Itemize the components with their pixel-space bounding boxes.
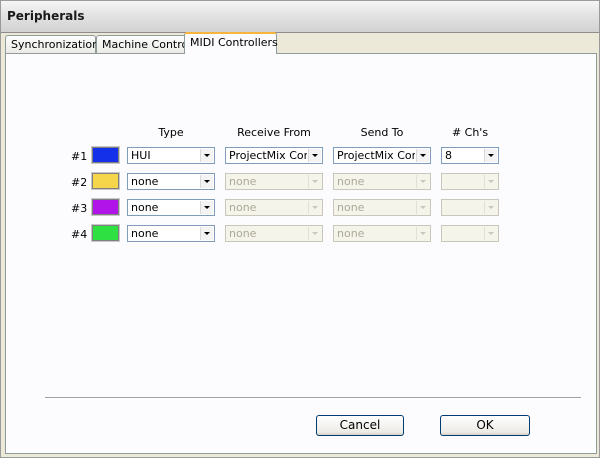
send-to-select-value: none bbox=[337, 175, 365, 188]
color-swatch[interactable] bbox=[91, 198, 120, 216]
send-to-select-value: none bbox=[337, 227, 365, 240]
ok-button[interactable]: OK bbox=[440, 415, 530, 436]
type-select[interactable]: HUI bbox=[127, 147, 215, 164]
title-bar[interactable]: Peripherals bbox=[1, 1, 599, 33]
send-to-select[interactable]: ProjectMix Control bbox=[333, 147, 431, 164]
receive-from-select[interactable]: none bbox=[225, 173, 323, 190]
chevron-down-icon[interactable] bbox=[308, 175, 321, 188]
send-to-select[interactable]: none bbox=[333, 199, 431, 216]
chevron-down-icon[interactable] bbox=[484, 227, 497, 240]
chevron-down-icon[interactable] bbox=[484, 201, 497, 214]
divider bbox=[45, 397, 581, 399]
chevron-down-icon[interactable] bbox=[484, 175, 497, 188]
row-label: #1 bbox=[71, 150, 88, 163]
type-select-value: none bbox=[131, 175, 159, 188]
receive-from-select-value: none bbox=[229, 201, 257, 214]
tab-midi-controllers[interactable]: MIDI Controllers bbox=[184, 32, 278, 54]
receive-from-select[interactable]: none bbox=[225, 225, 323, 242]
column-header-receive-from: Receive From bbox=[237, 126, 311, 139]
type-select[interactable]: none bbox=[127, 199, 215, 216]
chevron-down-icon[interactable] bbox=[308, 149, 321, 162]
receive-from-select[interactable]: ProjectMix Control bbox=[225, 147, 323, 164]
tab-synchronization[interactable]: Synchronization bbox=[5, 35, 99, 53]
chevron-down-icon[interactable] bbox=[484, 149, 497, 162]
row-label: #3 bbox=[71, 202, 88, 215]
color-swatch[interactable] bbox=[91, 172, 120, 190]
peripherals-dialog: Peripherals Synchronization Machine Cont… bbox=[0, 0, 600, 458]
chevron-down-icon[interactable] bbox=[416, 175, 429, 188]
chevron-down-icon[interactable] bbox=[416, 227, 429, 240]
column-header-send-to: Send To bbox=[360, 126, 404, 139]
chevron-down-icon[interactable] bbox=[308, 227, 321, 240]
chevron-down-icon[interactable] bbox=[200, 201, 213, 214]
channels-select[interactable] bbox=[441, 173, 499, 190]
chevron-down-icon[interactable] bbox=[308, 201, 321, 214]
chevron-down-icon[interactable] bbox=[416, 149, 429, 162]
receive-from-select-value: none bbox=[229, 175, 257, 188]
column-header-type: Type bbox=[158, 126, 184, 139]
receive-from-select-value: none bbox=[229, 227, 257, 240]
cancel-button[interactable]: Cancel bbox=[316, 415, 404, 436]
midi-controllers-panel bbox=[5, 53, 597, 454]
color-swatch[interactable] bbox=[91, 224, 120, 242]
row-label: #4 bbox=[71, 228, 88, 241]
tab-strip: Synchronization Machine Control MIDI Con… bbox=[5, 32, 597, 54]
color-swatch[interactable] bbox=[91, 146, 120, 164]
send-to-select[interactable]: none bbox=[333, 173, 431, 190]
type-select-value: none bbox=[131, 201, 159, 214]
column-header-channels: # Ch's bbox=[451, 126, 489, 139]
send-to-select-value: none bbox=[337, 201, 365, 214]
tab-machine-control[interactable]: Machine Control bbox=[96, 35, 191, 53]
type-select-value: none bbox=[131, 227, 159, 240]
send-to-select-value: ProjectMix Control bbox=[337, 149, 415, 162]
send-to-select[interactable]: none bbox=[333, 225, 431, 242]
type-select[interactable]: none bbox=[127, 173, 215, 190]
receive-from-select[interactable]: none bbox=[225, 199, 323, 216]
chevron-down-icon[interactable] bbox=[416, 201, 429, 214]
window-title: Peripherals bbox=[7, 9, 85, 23]
row-label: #2 bbox=[71, 176, 88, 189]
channels-select[interactable] bbox=[441, 199, 499, 216]
channels-select[interactable]: 8 bbox=[441, 147, 499, 164]
chevron-down-icon[interactable] bbox=[200, 227, 213, 240]
receive-from-select-value: ProjectMix Control bbox=[229, 149, 307, 162]
channels-select-value: 8 bbox=[445, 149, 452, 162]
chevron-down-icon[interactable] bbox=[200, 149, 213, 162]
type-select[interactable]: none bbox=[127, 225, 215, 242]
type-select-value: HUI bbox=[131, 149, 151, 162]
channels-select[interactable] bbox=[441, 225, 499, 242]
chevron-down-icon[interactable] bbox=[200, 175, 213, 188]
